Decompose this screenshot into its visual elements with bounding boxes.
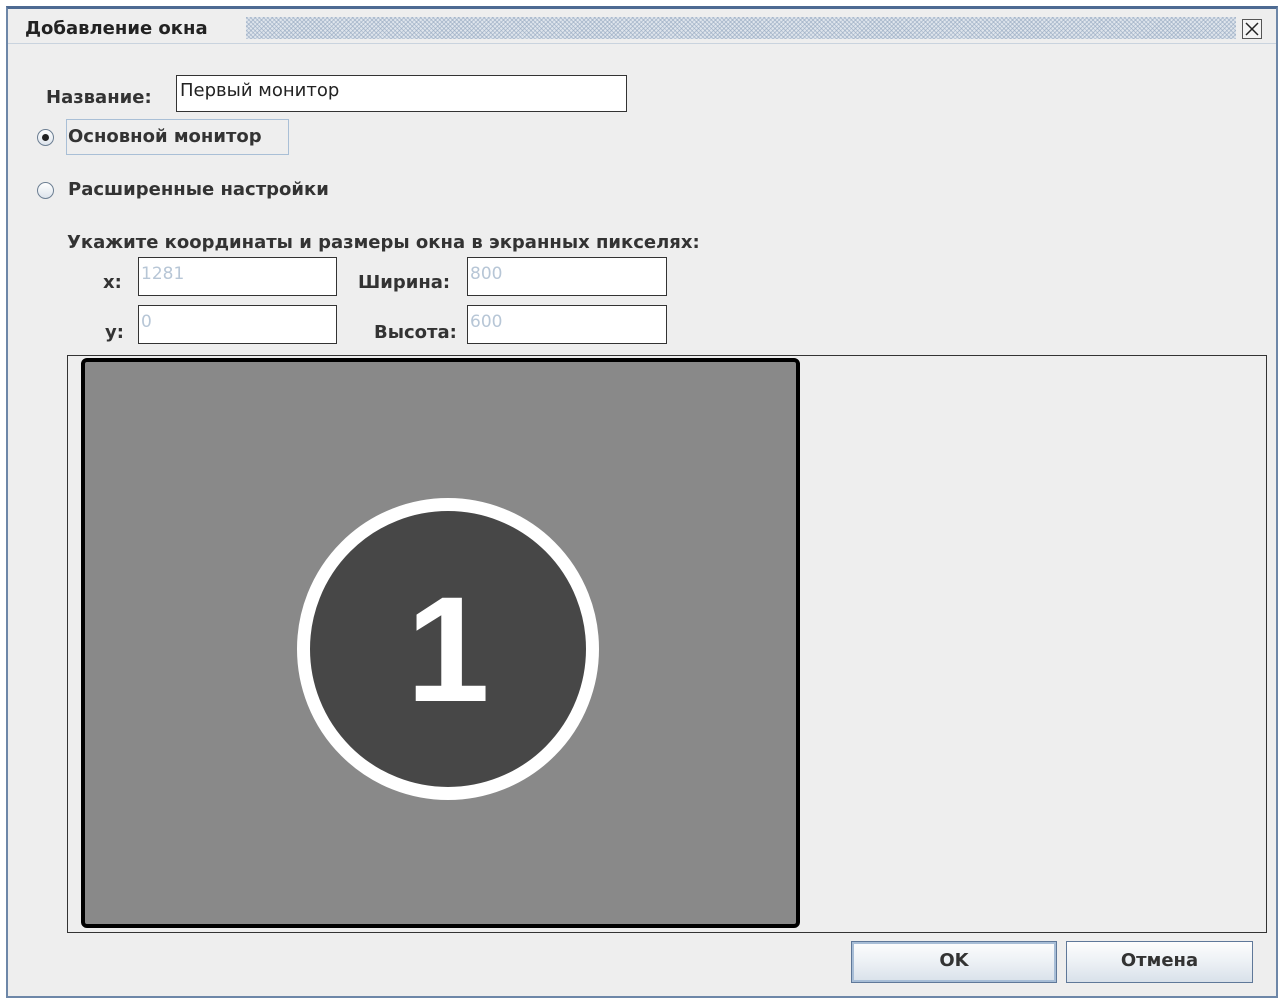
- y-label: y:: [105, 322, 124, 343]
- radio-main-monitor-label[interactable]: Основной монитор: [68, 126, 262, 147]
- width-label: Ширина:: [358, 272, 451, 293]
- close-icon[interactable]: [1242, 19, 1262, 39]
- dialog-title: Добавление окна: [25, 18, 208, 39]
- height-label: Высота:: [374, 322, 457, 343]
- radio-main-monitor[interactable]: [37, 129, 54, 146]
- width-input[interactable]: 800: [467, 257, 667, 296]
- add-window-dialog: Добавление окна Название: Первый монитор…: [6, 6, 1278, 998]
- cancel-button[interactable]: Отмена: [1066, 941, 1253, 983]
- title-bar-grip: [246, 17, 1236, 39]
- radio-selected-dot: [42, 134, 49, 141]
- x-input[interactable]: 1281: [138, 257, 337, 296]
- name-label: Название:: [46, 87, 152, 108]
- radio-advanced-settings-label[interactable]: Расширенные настройки: [68, 179, 329, 200]
- geometry-instruction: Укажите координаты и размеры окна в экра…: [67, 232, 700, 253]
- x-label: x:: [103, 272, 122, 293]
- y-input[interactable]: 0: [138, 305, 337, 344]
- height-input[interactable]: 600: [467, 305, 667, 344]
- name-input[interactable]: Первый монитор: [176, 75, 627, 112]
- monitor-number-badge: 1: [297, 498, 599, 800]
- ok-button[interactable]: OK: [851, 941, 1057, 983]
- monitor-1[interactable]: 1: [81, 358, 800, 928]
- title-bar[interactable]: Добавление окна: [8, 9, 1276, 44]
- radio-advanced-settings[interactable]: [37, 182, 54, 199]
- monitor-preview-area: 1: [67, 355, 1267, 933]
